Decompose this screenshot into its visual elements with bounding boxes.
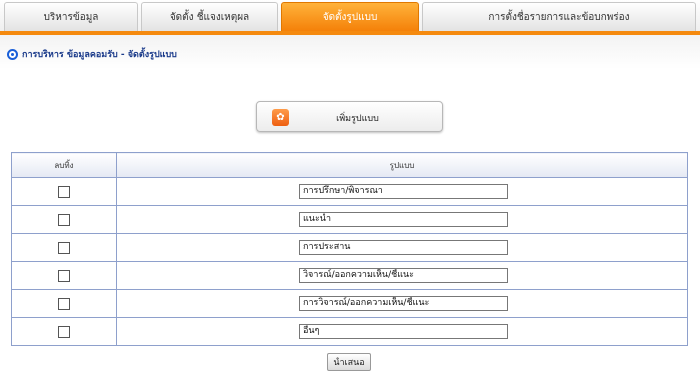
delete-checkbox[interactable] bbox=[58, 185, 70, 198]
format-table: ลบทิ้ง รูปแบบ การปรึกษา/พิจารณา แนะนำ กา… bbox=[11, 152, 688, 346]
header-format: รูปแบบ bbox=[116, 152, 688, 178]
format-input[interactable]: การปรึกษา/พิจารณา bbox=[299, 184, 508, 199]
delete-checkbox[interactable] bbox=[58, 213, 70, 226]
delete-checkbox[interactable] bbox=[58, 241, 70, 254]
tab-explain-reasons[interactable]: จัดตั้ง ชี้แจงเหตุผล bbox=[141, 2, 278, 32]
tab-set-format[interactable]: จัดตั้งรูปแบบ bbox=[281, 2, 419, 32]
tab-manage-data[interactable]: บริหารข้อมูล bbox=[4, 2, 138, 32]
header-delete: ลบทิ้ง bbox=[11, 152, 117, 178]
add-format-label: เพิ่มรูปแบบ bbox=[336, 114, 379, 124]
table-row: วิจารณ์/ออกความเห็น/ชี้แนะ bbox=[11, 261, 688, 290]
add-format-button[interactable]: ✿ เพิ่มรูปแบบ bbox=[256, 101, 443, 132]
tab-label: บริหารข้อมูล bbox=[43, 12, 99, 23]
breadcrumb: การบริหาร ข้อมูลคอมรับ - จัดตั้งรูปแบบ bbox=[7, 47, 177, 61]
breadcrumb-text: การบริหาร ข้อมูลคอมรับ - จัดตั้งรูปแบบ bbox=[22, 50, 177, 60]
tab-naming-defects[interactable]: การตั้งชื่อรายการและข้อบกพร่อง bbox=[422, 2, 696, 32]
table-header-row: ลบทิ้ง รูปแบบ bbox=[11, 152, 688, 178]
tab-label: จัดตั้ง ชี้แจงเหตุผล bbox=[169, 12, 250, 23]
tab-label: จัดตั้งรูปแบบ bbox=[322, 12, 378, 23]
format-input[interactable]: การวิจารณ์/ออกความเห็น/ชี้แนะ bbox=[299, 296, 508, 311]
table-row: การปรึกษา/พิจารณา bbox=[11, 177, 688, 206]
delete-checkbox[interactable] bbox=[58, 325, 70, 338]
format-input[interactable]: แนะนำ bbox=[299, 212, 508, 227]
delete-checkbox[interactable] bbox=[58, 297, 70, 310]
format-input[interactable]: การประสาน bbox=[299, 240, 508, 255]
format-input[interactable]: วิจารณ์/ออกความเห็น/ชี้แนะ bbox=[299, 268, 508, 283]
delete-checkbox[interactable] bbox=[58, 269, 70, 282]
tab-bar: บริหารข้อมูล จัดตั้ง ชี้แจงเหตุผล จัดตั้… bbox=[0, 0, 700, 33]
table-row: การวิจารณ์/ออกความเห็น/ชี้แนะ bbox=[11, 289, 688, 318]
tab-label: การตั้งชื่อรายการและข้อบกพร่อง bbox=[488, 12, 630, 23]
submit-button[interactable]: นำเสนอ bbox=[327, 353, 371, 371]
table-row: อื่นๆ bbox=[11, 317, 688, 346]
table-row: การประสาน bbox=[11, 233, 688, 262]
format-input[interactable]: อื่นๆ bbox=[299, 324, 508, 339]
bullet-icon bbox=[7, 48, 18, 60]
table-row: แนะนำ bbox=[11, 205, 688, 234]
